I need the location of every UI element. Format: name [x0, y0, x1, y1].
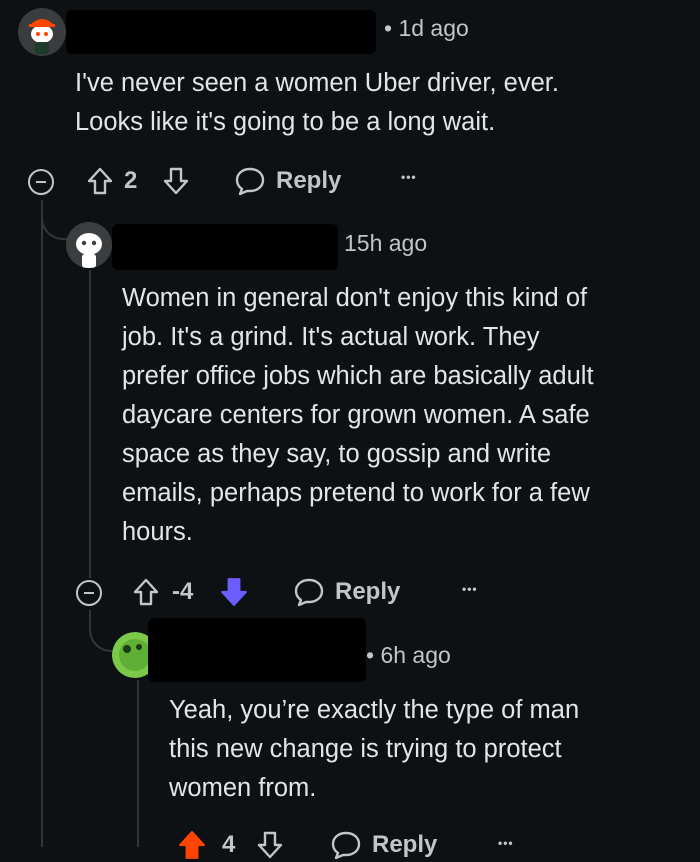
comment-line: women from.: [169, 774, 317, 802]
reply-icon: [331, 831, 361, 860]
reply-button[interactable]: Reply: [234, 164, 341, 198]
comment-timestamp: • 1d ago: [384, 15, 469, 41]
downvote-button[interactable]: [254, 828, 286, 862]
upvote-button[interactable]: [176, 828, 208, 862]
more-options-button[interactable]: •••: [401, 170, 417, 184]
reply-icon: [235, 167, 265, 196]
thread-line: [137, 680, 139, 847]
vote-score: -4: [172, 578, 194, 605]
comment-body: Women in general don't enjoy this kind o…: [122, 279, 692, 552]
thread-line: [41, 200, 43, 847]
thread-branch: [41, 200, 67, 240]
comment-line: Yeah, you’re exactly the type of man: [169, 696, 580, 724]
comment-line: Looks like it's going to be a long wait.: [75, 108, 496, 136]
reply-button[interactable]: Reply: [293, 575, 400, 609]
downvote-icon: [257, 831, 283, 859]
reply-label: Reply: [372, 831, 438, 858]
comment-timestamp: 15h ago: [344, 230, 428, 256]
comment-line: daycare centers for grown women. A safe: [122, 401, 590, 429]
reply-button[interactable]: Reply: [330, 828, 437, 862]
thread-line: [89, 270, 91, 578]
vote-score: 2: [124, 167, 138, 194]
avatar[interactable]: [18, 8, 66, 56]
comment-body: I've never seen a women Uber driver, eve…: [75, 64, 675, 142]
comment-line: I've never seen a women Uber driver, eve…: [75, 69, 559, 97]
upvote-icon: [133, 578, 159, 606]
avatar[interactable]: [66, 222, 112, 268]
vote-score: 4: [222, 831, 236, 858]
comment-line: hours.: [122, 518, 193, 546]
comment-line: job. It's a grind. It's actual work. The…: [122, 323, 540, 351]
redacted-username: [112, 224, 338, 270]
comment-line: space as they say, to gossip and write: [122, 440, 552, 468]
upvote-button[interactable]: [130, 575, 162, 609]
reply-label: Reply: [335, 578, 401, 605]
collapse-button[interactable]: [76, 580, 102, 606]
redacted-username: [148, 618, 366, 682]
upvote-button[interactable]: [84, 164, 116, 198]
redacted-username: [66, 10, 376, 54]
downvote-button[interactable]: [160, 164, 192, 198]
comment-line: this new change is trying to protect: [169, 735, 562, 763]
comment-timestamp: • 6h ago: [366, 642, 451, 668]
upvote-icon: [87, 167, 113, 195]
upvote-icon: [179, 831, 205, 859]
reply-label: Reply: [276, 167, 342, 194]
downvote-button[interactable]: [218, 575, 250, 609]
more-options-button[interactable]: •••: [462, 582, 478, 596]
reply-icon: [294, 578, 324, 607]
comment-body: Yeah, you’re exactly the type of man thi…: [169, 691, 689, 808]
more-options-button[interactable]: •••: [498, 836, 514, 850]
collapse-button[interactable]: [28, 169, 54, 195]
downvote-icon: [221, 578, 247, 606]
comment-line: Women in general don't enjoy this kind o…: [122, 284, 588, 312]
downvote-icon: [163, 167, 189, 195]
comment-line: emails, perhaps pretend to work for a fe…: [122, 479, 590, 507]
comment-line: prefer office jobs which are basically a…: [122, 362, 594, 390]
